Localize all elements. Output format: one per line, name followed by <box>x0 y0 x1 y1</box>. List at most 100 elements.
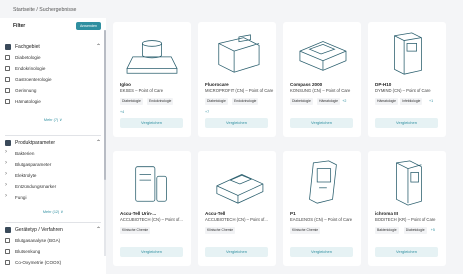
chevron-right-icon[interactable]: › <box>5 149 7 155</box>
device-image[interactable] <box>121 159 183 207</box>
product-card[interactable]: Compass 2000 KONSUNG (CN) – Point of Care… <box>283 22 361 137</box>
sidebar-scrollbar[interactable] <box>104 30 106 256</box>
device-image[interactable] <box>291 30 353 78</box>
filter-option[interactable]: Blutgasanalyse (BGA) <box>5 235 101 246</box>
show-more-link[interactable]: Mehr (12) ∨ <box>5 207 101 217</box>
chevron-right-icon[interactable]: › <box>5 171 7 177</box>
filter-option[interactable]: › Elektrolyte <box>5 170 101 181</box>
checkbox[interactable] <box>5 87 10 93</box>
section-label: Fachgebiet <box>15 44 40 50</box>
more-tags-count[interactable]: +7 <box>205 110 209 114</box>
apply-filter-button[interactable]: Anwenden <box>76 22 101 30</box>
breadcrumb[interactable]: Startseite / Suchergebnisse <box>13 7 76 13</box>
chevron-right-icon[interactable]: › <box>5 160 7 166</box>
option-label: Bakterien <box>15 150 35 156</box>
filter-option[interactable]: Blutsenkung <box>5 246 101 257</box>
compare-button[interactable]: Vergleichen <box>205 247 268 257</box>
product-card[interactable]: Accu-Tell Urin-... ACCUBIOTECH (CN) – Poi… <box>113 151 191 266</box>
option-label: Gastroenterologie <box>15 76 52 82</box>
filter-option[interactable]: Endokrinologie <box>5 63 101 74</box>
filter-option[interactable]: Co-Oxymetrie (COOX) <box>5 257 101 268</box>
filter-option[interactable]: Gerinnung <box>5 85 101 96</box>
checkbox[interactable] <box>5 54 10 60</box>
product-card[interactable]: DP-H10 DYMIND (CN) – Point of Care Hämatol… <box>368 22 446 137</box>
device-image[interactable] <box>376 30 438 78</box>
product-name[interactable]: Accu-Tell Urin-... <box>120 211 156 216</box>
product-name[interactable]: DP-H10 <box>375 82 391 87</box>
more-tags-count[interactable]: +4 <box>120 110 124 114</box>
specialty-icon <box>5 44 11 50</box>
product-card[interactable]: Accu-Tell ACCUBIOTECH (CN) – Point of... K… <box>198 151 276 266</box>
filter-option[interactable]: › Blutgasparameter <box>5 159 101 170</box>
filter-option[interactable]: › Fungi <box>5 192 101 203</box>
product-name[interactable]: Igloo <box>120 82 131 87</box>
chevron-up-icon[interactable]: ⌃ <box>96 226 101 233</box>
chevron-right-icon[interactable]: › <box>5 182 7 188</box>
product-maker: EAGLENOS (CN) – Point of Care <box>290 217 353 222</box>
product-card[interactable]: Igloo EKSES – Point of Care Diabetologie En… <box>113 22 191 137</box>
compare-button[interactable]: Vergleichen <box>375 247 438 257</box>
product-name[interactable]: ichroma III <box>375 211 398 216</box>
tag-count[interactable]: +5 <box>431 228 435 232</box>
checkbox[interactable] <box>5 65 10 71</box>
chevron-up-icon[interactable]: ⌃ <box>96 139 101 146</box>
filter-option[interactable]: Gastroenterologie <box>5 74 101 85</box>
compare-button[interactable]: Vergleichen <box>205 118 268 128</box>
product-name[interactable]: Fluorocare <box>205 82 229 87</box>
product-name[interactable]: P1 <box>290 211 296 216</box>
option-label: Diabetologie <box>15 54 41 60</box>
chevron-right-icon[interactable]: › <box>5 193 7 199</box>
specialty-tag: Endokrinologie <box>147 98 174 105</box>
section-header[interactable]: Fachgebiet ⌃ <box>5 42 101 52</box>
checkbox[interactable] <box>5 237 10 243</box>
checkbox[interactable] <box>5 98 10 104</box>
option-label: Blutgasanalyse (BGA) <box>15 237 61 243</box>
device-image[interactable] <box>291 159 353 207</box>
device-image[interactable] <box>206 30 268 78</box>
parameter-icon <box>5 140 11 146</box>
product-name[interactable]: Accu-Tell <box>205 211 225 216</box>
checkbox[interactable] <box>5 76 10 82</box>
product-card[interactable]: P1 EAGLENOS (CN) – Point of Care Klinische… <box>283 151 361 266</box>
option-label: Blutsenkung <box>15 248 41 254</box>
device-image[interactable] <box>206 159 268 207</box>
specialty-tag: Diabetologie <box>120 98 143 105</box>
product-card[interactable]: Fluorocare MICROPROFIT (CN) – Point of Ca… <box>198 22 276 137</box>
section-header[interactable]: Produktparameter ⌃ <box>5 138 101 148</box>
tag-list: Klinische Chemie <box>120 227 190 235</box>
product-name[interactable]: Compass 2000 <box>290 82 322 87</box>
device-image[interactable] <box>121 30 183 78</box>
filter-option[interactable]: Diabetologie <box>5 52 101 63</box>
device-image[interactable] <box>376 159 438 207</box>
filter-option[interactable]: › Bakterien <box>5 148 101 159</box>
product-card[interactable]: ichroma III BODITECH (KR) – Point of Care… <box>368 151 446 266</box>
product-maker: ACCUBIOTECH (CN) – Point of... <box>120 217 183 222</box>
compare-button[interactable]: Vergleichen <box>290 118 353 128</box>
tag-count[interactable]: +2 <box>342 99 346 103</box>
option-label: Co-Oxymetrie (COOX) <box>15 259 62 265</box>
compare-button[interactable]: Vergleichen <box>290 247 353 257</box>
specialty-tag: Hämatologie <box>375 98 399 105</box>
divider <box>5 222 101 223</box>
compare-button[interactable]: Vergleichen <box>120 247 183 257</box>
show-more-link[interactable]: Mehr (7) ∨ <box>5 115 101 125</box>
filter-section-geraetetyp: Gerätetyp / Verfahren ⌃ Blutgasanalyse (… <box>5 225 101 268</box>
specialty-tag: Bakteriologie <box>375 227 399 234</box>
tag-list: Diabetologie Endokrinologie <box>120 98 190 106</box>
section-header[interactable]: Gerätetyp / Verfahren ⌃ <box>5 225 101 235</box>
filter-option[interactable]: Hämatologie <box>5 96 101 107</box>
tag-list: Klinische Chemie <box>290 227 360 235</box>
tag-count[interactable]: +1 <box>429 99 433 103</box>
checkbox[interactable] <box>5 259 10 265</box>
scrollbar-thumb[interactable] <box>104 30 106 180</box>
product-maker: BODITECH (KR) – Point of Care <box>375 217 436 222</box>
filter-option[interactable]: › Entzündungsmarker <box>5 181 101 192</box>
compare-button[interactable]: Vergleichen <box>375 118 438 128</box>
divider <box>5 135 101 136</box>
checkbox[interactable] <box>5 248 10 254</box>
option-label: Blutgasparameter <box>15 161 52 167</box>
chevron-up-icon[interactable]: ⌃ <box>96 43 101 50</box>
compare-button[interactable]: Vergleichen <box>120 118 183 128</box>
option-label: Fungi <box>15 194 27 200</box>
section-label: Gerätetyp / Verfahren <box>15 227 63 233</box>
